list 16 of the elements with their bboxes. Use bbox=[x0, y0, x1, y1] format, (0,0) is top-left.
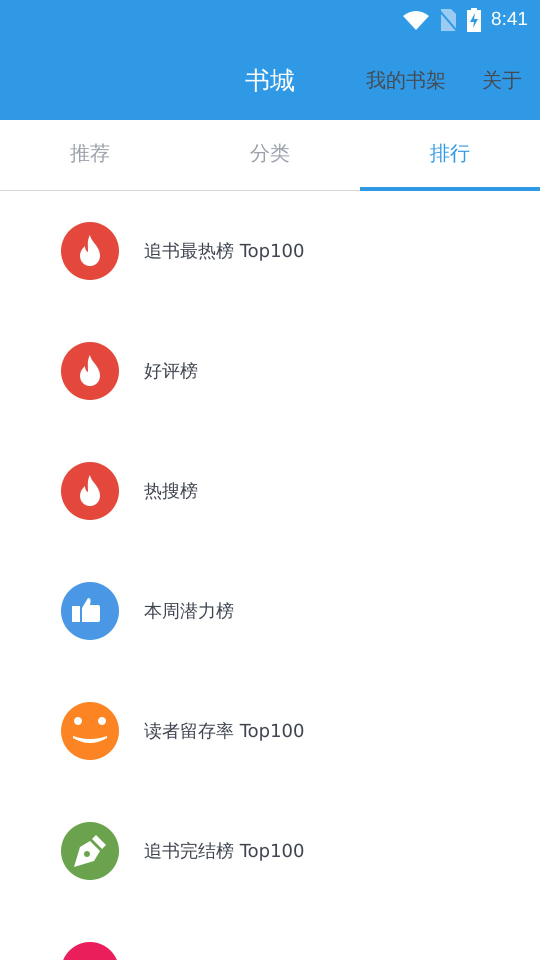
ranking-title[interactable]: 追书最热榜 Top100 bbox=[144, 239, 304, 263]
flame-icon bbox=[78, 235, 102, 267]
ranking-title[interactable]: 本周潜力榜 bbox=[144, 599, 234, 623]
ranking-title[interactable]: 读者留存率 Top100 bbox=[144, 719, 304, 743]
wifi-icon bbox=[403, 10, 430, 30]
pen-nib-icon bbox=[74, 835, 106, 867]
app-title: 书城 bbox=[245, 64, 295, 96]
ranking-title[interactable]: 热搜榜 bbox=[144, 479, 198, 503]
battery-charging-icon bbox=[467, 8, 482, 32]
ranking-title[interactable]: 好评榜 bbox=[144, 359, 198, 383]
clock-time: 8:41 bbox=[491, 9, 528, 31]
smiley-icon bbox=[70, 716, 110, 746]
flame-icon bbox=[78, 355, 102, 387]
flame-icon bbox=[78, 475, 102, 507]
ranking-title[interactable]: 追书完结榜 Top100 bbox=[144, 839, 304, 863]
no-sim-icon bbox=[439, 9, 458, 31]
